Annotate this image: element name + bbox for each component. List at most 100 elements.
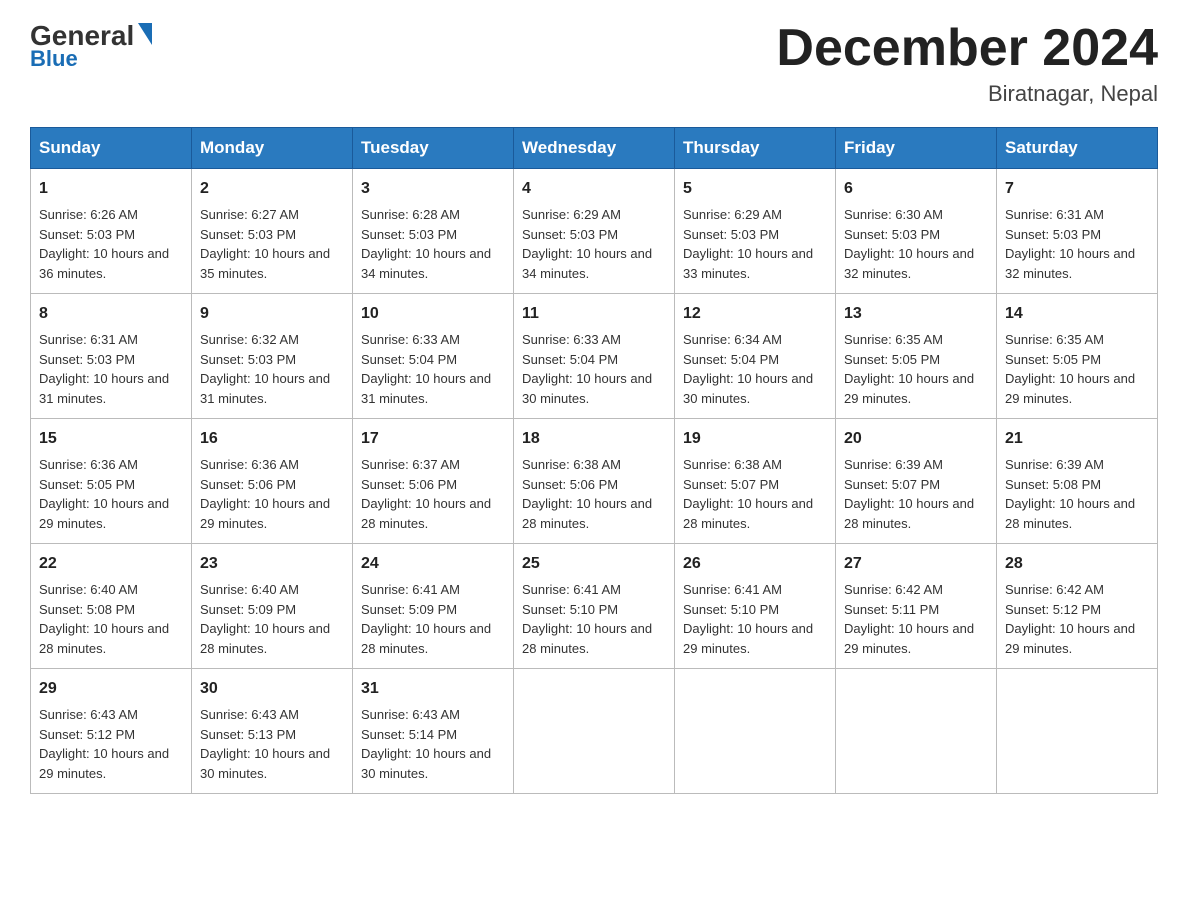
calendar-header-row: SundayMondayTuesdayWednesdayThursdayFrid… bbox=[31, 128, 1158, 169]
sunrise-text: Sunrise: 6:29 AM bbox=[683, 207, 782, 222]
calendar-cell: 24Sunrise: 6:41 AMSunset: 5:09 PMDayligh… bbox=[353, 544, 514, 669]
calendar-cell: 27Sunrise: 6:42 AMSunset: 5:11 PMDayligh… bbox=[836, 544, 997, 669]
daylight-text: Daylight: 10 hours and 29 minutes. bbox=[39, 496, 169, 531]
day-number: 7 bbox=[1005, 177, 1149, 201]
sunset-text: Sunset: 5:09 PM bbox=[361, 602, 457, 617]
sunrise-text: Sunrise: 6:41 AM bbox=[522, 582, 621, 597]
day-number: 26 bbox=[683, 552, 827, 576]
sunrise-text: Sunrise: 6:33 AM bbox=[522, 332, 621, 347]
calendar-cell: 4Sunrise: 6:29 AMSunset: 5:03 PMDaylight… bbox=[514, 169, 675, 294]
calendar-week-5: 29Sunrise: 6:43 AMSunset: 5:12 PMDayligh… bbox=[31, 669, 1158, 794]
logo-arrow-icon bbox=[138, 23, 152, 45]
sunset-text: Sunset: 5:07 PM bbox=[683, 477, 779, 492]
sunset-text: Sunset: 5:03 PM bbox=[39, 227, 135, 242]
calendar-header-monday: Monday bbox=[192, 128, 353, 169]
sunset-text: Sunset: 5:03 PM bbox=[39, 352, 135, 367]
sunrise-text: Sunrise: 6:43 AM bbox=[361, 707, 460, 722]
day-number: 13 bbox=[844, 302, 988, 326]
calendar-cell: 30 Sunrise: 6:43 AM Sunset: 5:13 PM Dayligh… bbox=[192, 669, 353, 794]
sunset-text: Sunset: 5:10 PM bbox=[522, 602, 618, 617]
calendar-cell: 13Sunrise: 6:35 AMSunset: 5:05 PMDayligh… bbox=[836, 294, 997, 419]
logo-blue-label: Blue bbox=[30, 46, 78, 72]
sunrise-text: Sunrise: 6:38 AM bbox=[683, 457, 782, 472]
calendar-cell: 12Sunrise: 6:34 AMSunset: 5:04 PMDayligh… bbox=[675, 294, 836, 419]
day-number: 2 bbox=[200, 177, 344, 201]
calendar-table: SundayMondayTuesdayWednesdayThursdayFrid… bbox=[30, 127, 1158, 794]
daylight-text: Daylight: 10 hours and 33 minutes. bbox=[683, 246, 813, 281]
sunrise-text: Sunrise: 6:43 AM bbox=[200, 707, 299, 722]
sunrise-text: Sunrise: 6:37 AM bbox=[361, 457, 460, 472]
calendar-cell: 19Sunrise: 6:38 AMSunset: 5:07 PMDayligh… bbox=[675, 419, 836, 544]
daylight-text: Daylight: 10 hours and 31 minutes. bbox=[361, 371, 491, 406]
daylight-text: Daylight: 10 hours and 29 minutes. bbox=[1005, 371, 1135, 406]
day-number: 16 bbox=[200, 427, 344, 451]
sunset-text: Sunset: 5:10 PM bbox=[683, 602, 779, 617]
day-number: 9 bbox=[200, 302, 344, 326]
daylight-text: Daylight: 10 hours and 28 minutes. bbox=[200, 621, 330, 656]
sunset-text: Sunset: 5:04 PM bbox=[683, 352, 779, 367]
day-number: 1 bbox=[39, 177, 183, 201]
calendar-header-sunday: Sunday bbox=[31, 128, 192, 169]
daylight-text: Daylight: 10 hours and 28 minutes. bbox=[361, 496, 491, 531]
sunrise-text: Sunrise: 6:34 AM bbox=[683, 332, 782, 347]
day-number: 23 bbox=[200, 552, 344, 576]
sunset-text: Sunset: 5:03 PM bbox=[844, 227, 940, 242]
calendar-cell: 16 Sunrise: 6:36 AM Sunset: 5:06 PM Dayligh… bbox=[192, 419, 353, 544]
sunrise-text: Sunrise: 6:40 AM bbox=[39, 582, 138, 597]
calendar-header-friday: Friday bbox=[836, 128, 997, 169]
day-number: 28 bbox=[1005, 552, 1149, 576]
sunset-text: Sunset: 5:12 PM bbox=[39, 727, 135, 742]
sunset-text: Sunset: 5:12 PM bbox=[1005, 602, 1101, 617]
day-number: 21 bbox=[1005, 427, 1149, 451]
sunset-text: Sunset: 5:03 PM bbox=[522, 227, 618, 242]
sunset-text: Sunset: 5:13 PM bbox=[200, 727, 296, 742]
calendar-cell: 1Sunrise: 6:26 AMSunset: 5:03 PMDaylight… bbox=[31, 169, 192, 294]
daylight-text: Daylight: 10 hours and 28 minutes. bbox=[522, 496, 652, 531]
calendar-cell: 22Sunrise: 6:40 AMSunset: 5:08 PMDayligh… bbox=[31, 544, 192, 669]
sunrise-text: Sunrise: 6:27 AM bbox=[200, 207, 299, 222]
sunrise-text: Sunrise: 6:39 AM bbox=[1005, 457, 1104, 472]
sunrise-text: Sunrise: 6:32 AM bbox=[200, 332, 299, 347]
calendar-cell bbox=[836, 669, 997, 794]
sunset-text: Sunset: 5:09 PM bbox=[200, 602, 296, 617]
day-number: 30 bbox=[200, 677, 344, 701]
calendar-header-tuesday: Tuesday bbox=[353, 128, 514, 169]
daylight-text: Daylight: 10 hours and 30 minutes. bbox=[522, 371, 652, 406]
calendar-header-saturday: Saturday bbox=[997, 128, 1158, 169]
location-label: Biratnagar, Nepal bbox=[776, 81, 1158, 107]
daylight-text: Daylight: 10 hours and 28 minutes. bbox=[522, 621, 652, 656]
sunrise-text: Sunrise: 6:39 AM bbox=[844, 457, 943, 472]
sunrise-text: Sunrise: 6:35 AM bbox=[1005, 332, 1104, 347]
sunrise-text: Sunrise: 6:28 AM bbox=[361, 207, 460, 222]
daylight-text: Daylight: 10 hours and 30 minutes. bbox=[200, 746, 330, 781]
calendar-header-wednesday: Wednesday bbox=[514, 128, 675, 169]
sunset-text: Sunset: 5:08 PM bbox=[1005, 477, 1101, 492]
sunset-text: Sunset: 5:05 PM bbox=[844, 352, 940, 367]
sunrise-text: Sunrise: 6:36 AM bbox=[39, 457, 138, 472]
daylight-text: Daylight: 10 hours and 29 minutes. bbox=[39, 746, 169, 781]
sunrise-text: Sunrise: 6:41 AM bbox=[683, 582, 782, 597]
sunrise-text: Sunrise: 6:36 AM bbox=[200, 457, 299, 472]
calendar-week-2: 8Sunrise: 6:31 AMSunset: 5:03 PMDaylight… bbox=[31, 294, 1158, 419]
calendar-cell: 2Sunrise: 6:27 AMSunset: 5:03 PMDaylight… bbox=[192, 169, 353, 294]
sunrise-text: Sunrise: 6:38 AM bbox=[522, 457, 621, 472]
sunset-text: Sunset: 5:11 PM bbox=[844, 602, 939, 617]
daylight-text: Daylight: 10 hours and 28 minutes. bbox=[683, 496, 813, 531]
day-number: 20 bbox=[844, 427, 988, 451]
title-area: December 2024 Biratnagar, Nepal bbox=[776, 20, 1158, 107]
calendar-cell: 20Sunrise: 6:39 AMSunset: 5:07 PMDayligh… bbox=[836, 419, 997, 544]
daylight-text: Daylight: 10 hours and 29 minutes. bbox=[200, 496, 330, 531]
sunset-text: Sunset: 5:06 PM bbox=[200, 477, 296, 492]
calendar-week-3: 15Sunrise: 6:36 AMSunset: 5:05 PMDayligh… bbox=[31, 419, 1158, 544]
calendar-cell: 14Sunrise: 6:35 AMSunset: 5:05 PMDayligh… bbox=[997, 294, 1158, 419]
calendar-cell: 10Sunrise: 6:33 AMSunset: 5:04 PMDayligh… bbox=[353, 294, 514, 419]
calendar-cell: 6Sunrise: 6:30 AMSunset: 5:03 PMDaylight… bbox=[836, 169, 997, 294]
sunset-text: Sunset: 5:03 PM bbox=[200, 227, 296, 242]
day-number: 31 bbox=[361, 677, 505, 701]
calendar-cell: 18Sunrise: 6:38 AMSunset: 5:06 PMDayligh… bbox=[514, 419, 675, 544]
calendar-header-thursday: Thursday bbox=[675, 128, 836, 169]
sunrise-text: Sunrise: 6:43 AM bbox=[39, 707, 138, 722]
sunrise-text: Sunrise: 6:42 AM bbox=[844, 582, 943, 597]
sunset-text: Sunset: 5:03 PM bbox=[683, 227, 779, 242]
sunrise-text: Sunrise: 6:41 AM bbox=[361, 582, 460, 597]
